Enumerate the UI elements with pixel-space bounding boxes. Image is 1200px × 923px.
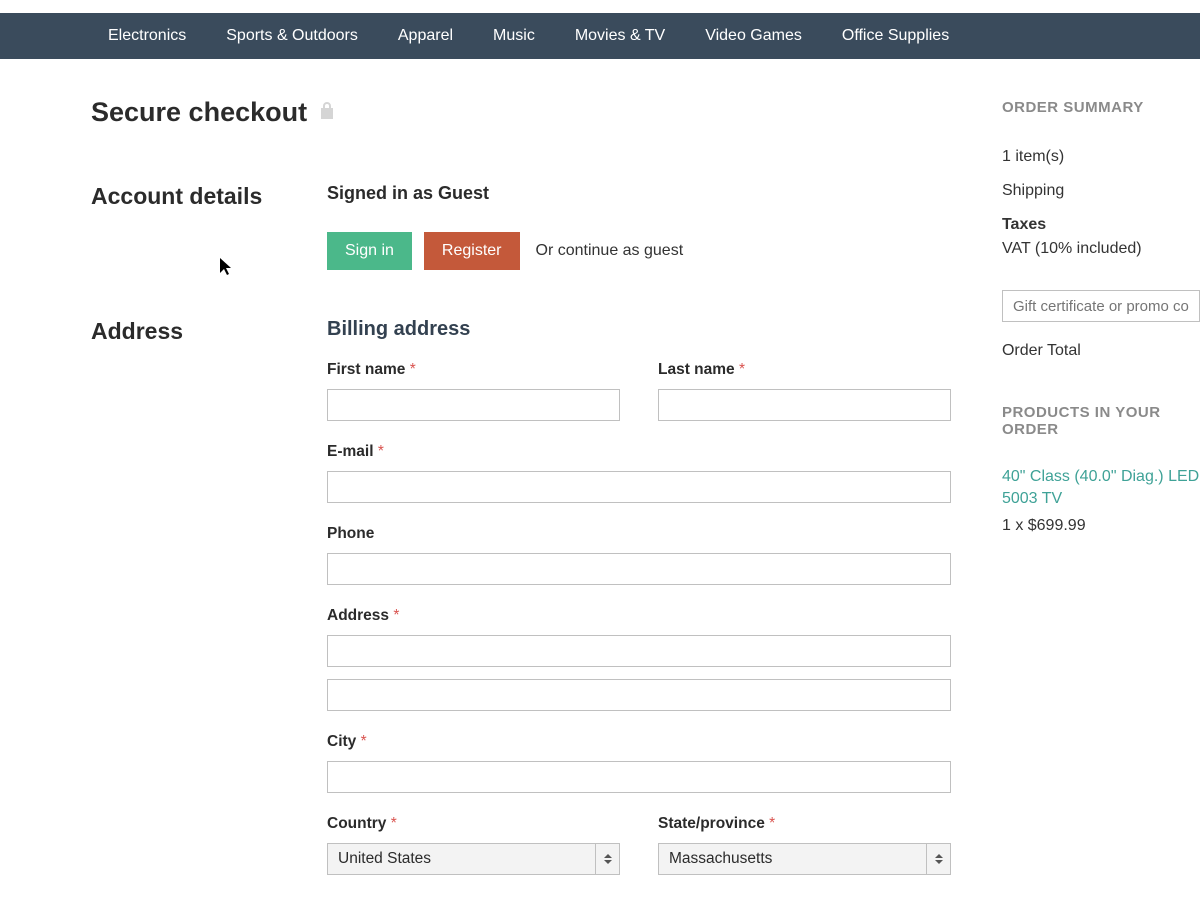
country-select[interactable]: United States [327, 843, 620, 875]
address1-input[interactable] [327, 635, 951, 667]
register-button[interactable]: Register [424, 232, 520, 270]
address-label: Address * [327, 607, 951, 625]
email-input[interactable] [327, 471, 951, 503]
first-name-input[interactable] [327, 389, 620, 421]
phone-label: Phone [327, 525, 951, 543]
nav-sports-outdoors[interactable]: Sports & Outdoors [226, 27, 358, 45]
summary-shipping: Shipping [1002, 182, 1200, 200]
nav-office-supplies[interactable]: Office Supplies [842, 27, 949, 45]
nav-music[interactable]: Music [493, 27, 535, 45]
promo-code-input[interactable] [1002, 290, 1200, 322]
page-title-row: Secure checkout [91, 97, 1002, 128]
order-summary-heading: ORDER SUMMARY [1002, 99, 1200, 116]
first-name-label: First name * [327, 361, 620, 379]
category-nav: Electronics Sports & Outdoors Apparel Mu… [0, 13, 1200, 59]
chevron-updown-icon [595, 844, 619, 874]
order-total-label: Order Total [1002, 342, 1200, 360]
nav-movies-tv[interactable]: Movies & TV [575, 27, 665, 45]
lock-icon [319, 101, 335, 124]
continue-as-guest-text: Or continue as guest [536, 242, 684, 260]
nav-video-games[interactable]: Video Games [705, 27, 802, 45]
nav-apparel[interactable]: Apparel [398, 27, 453, 45]
phone-input[interactable] [327, 553, 951, 585]
last-name-label: Last name * [658, 361, 951, 379]
country-select-value: United States [338, 850, 431, 868]
signed-in-status: Signed in as Guest [327, 183, 951, 204]
last-name-input[interactable] [658, 389, 951, 421]
sign-in-button[interactable]: Sign in [327, 232, 412, 270]
page-title: Secure checkout [91, 97, 307, 128]
summary-taxes-label: Taxes [1002, 216, 1200, 234]
order-summary-panel: ORDER SUMMARY 1 item(s) Shipping Taxes V… [1002, 97, 1200, 535]
state-select[interactable]: Massachusetts [658, 843, 951, 875]
country-label: Country * [327, 815, 620, 833]
address2-input[interactable] [327, 679, 951, 711]
address-heading: Address [91, 318, 327, 345]
city-label: City * [327, 733, 951, 751]
state-select-value: Massachusetts [669, 850, 772, 868]
summary-taxes-value: VAT (10% included) [1002, 240, 1200, 258]
nav-electronics[interactable]: Electronics [108, 27, 186, 45]
product-quantity-price: 1 x $699.99 [1002, 517, 1200, 535]
billing-address-title: Billing address [327, 318, 951, 341]
state-label: State/province * [658, 815, 951, 833]
account-details-heading: Account details [91, 183, 327, 210]
chevron-updown-icon [926, 844, 950, 874]
city-input[interactable] [327, 761, 951, 793]
products-in-order-heading: PRODUCTS IN YOUR ORDER [1002, 404, 1200, 438]
summary-item-count: 1 item(s) [1002, 148, 1200, 166]
email-label: E-mail * [327, 443, 951, 461]
product-link[interactable]: 40" Class (40.0" Diag.) LED 5003 TV [1002, 466, 1200, 509]
